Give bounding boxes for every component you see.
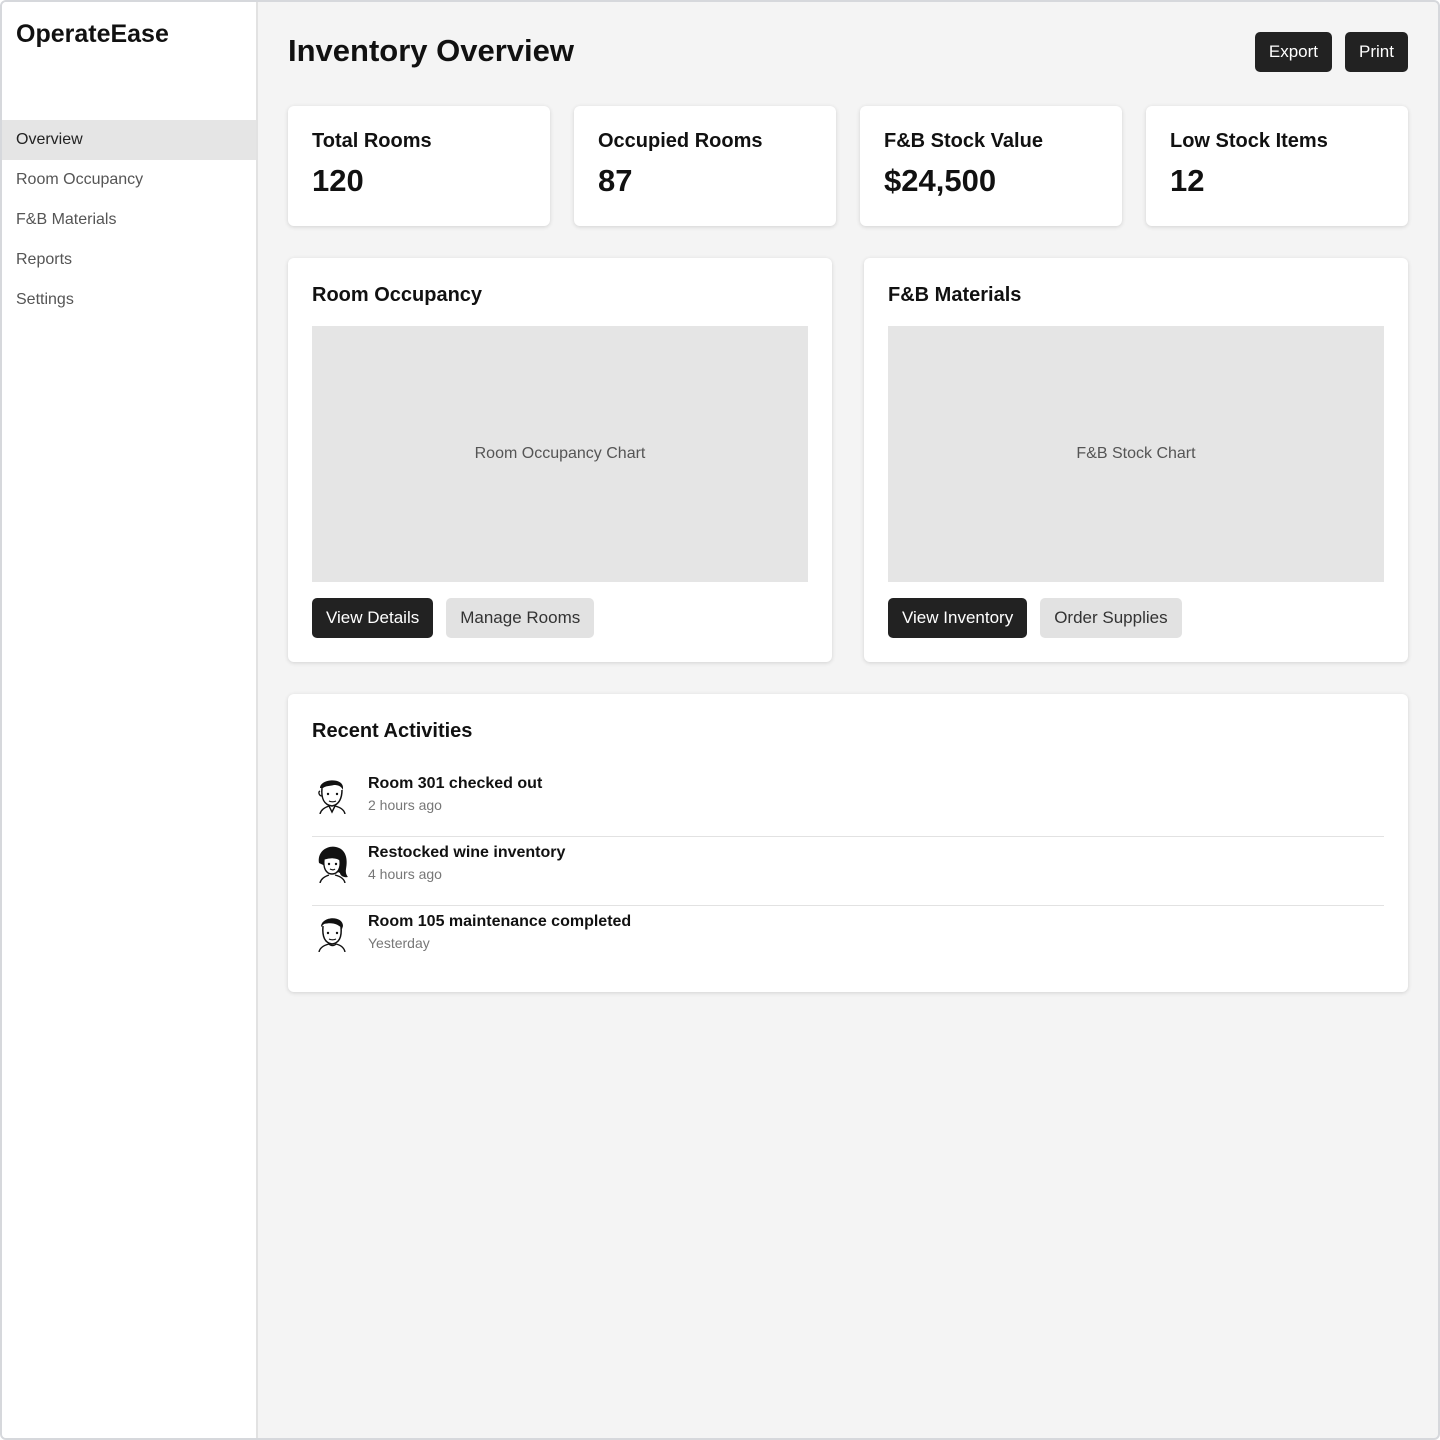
panel-title: Room Occupancy [312,284,483,306]
chart-placeholder-label: F&B Stock Chart [1076,445,1196,462]
activity-title: Restocked wine inventory [368,844,566,861]
sidebar-item-room-occupancy[interactable]: Room Occupancy [2,160,256,200]
manage-rooms-button[interactable]: Manage Rooms [446,598,595,638]
sidebar-nav: Overview Room Occupancy F&B Materials Re… [2,120,256,320]
chart-placeholder-label: Room Occupancy Chart [474,445,646,462]
stat-value: 120 [312,163,364,198]
print-button[interactable]: Print [1345,32,1408,72]
activity-timestamp: 2 hours ago [368,797,442,813]
activity-item: Room 105 maintenance completed Yesterday [312,906,1384,975]
woman-avatar-icon [318,846,348,883]
sidebar-item-settings[interactable]: Settings [2,280,256,320]
stat-label: Total Rooms [312,130,432,152]
stat-label: Occupied Rooms [598,130,763,152]
activity-text: Room 105 maintenance completed Yesterday [368,912,631,951]
panel-title: F&B Materials [888,284,1022,306]
stat-value: 12 [1170,163,1205,198]
activity-text: Restocked wine inventory 4 hours ago [368,843,565,882]
panel-actions: View Inventory Order Supplies [888,598,1384,638]
export-button[interactable]: Export [1254,32,1333,72]
activity-item: Room 301 checked out 2 hours ago [312,768,1384,837]
stat-card-fnb-stock-value: F&B Stock Value $24,500 [860,106,1122,226]
view-inventory-button[interactable]: View Inventory [888,598,1028,638]
stat-card-low-stock-items: Low Stock Items 12 [1146,106,1408,226]
sidebar-item-overview[interactable]: Overview [2,120,256,160]
man-avatar-icon [318,918,346,952]
stat-value: $24,500 [884,163,997,198]
panels-row: Room Occupancy Room Occupancy Chart View… [288,258,1408,662]
sidebar: OperateEase Overview Room Occupancy F&B … [2,2,258,1438]
panel-title: Recent Activities [312,720,473,742]
view-details-button[interactable]: View Details [312,598,434,638]
main-content: Inventory Overview Export Print Total Ro… [258,2,1438,1438]
activity-text: Room 301 checked out 2 hours ago [368,774,542,813]
sidebar-item-fnb-materials[interactable]: F&B Materials [2,200,256,240]
room-occupancy-panel: Room Occupancy Room Occupancy Chart View… [288,258,832,662]
stat-label: F&B Stock Value [884,130,1043,152]
stat-card-total-rooms: Total Rooms 120 [288,106,550,226]
app-logo: OperateEase [16,20,169,48]
app-window: OperateEase Overview Room Occupancy F&B … [0,0,1440,1440]
order-supplies-button[interactable]: Order Supplies [1040,598,1182,638]
stat-card-occupied-rooms: Occupied Rooms 87 [574,106,836,226]
panel-actions: View Details Manage Rooms [312,598,808,638]
header-actions: Export Print [1254,32,1408,72]
recent-activities-panel: Recent Activities Room 301 checked out 2… [288,694,1408,992]
stat-value: 87 [598,163,633,198]
activity-title: Room 301 checked out [368,775,543,792]
activity-timestamp: Yesterday [368,935,430,951]
fnb-stock-chart: F&B Stock Chart [888,326,1384,582]
page-header: Inventory Overview Export Print [288,2,1408,106]
activity-timestamp: 4 hours ago [368,866,442,882]
page-title: Inventory Overview [288,33,575,68]
sidebar-item-reports[interactable]: Reports [2,240,256,280]
stat-label: Low Stock Items [1170,130,1328,152]
fnb-materials-panel: F&B Materials F&B Stock Chart View Inven… [864,258,1408,662]
stats-row: Total Rooms 120 Occupied Rooms 87 F&B St… [288,106,1408,226]
man-avatar-icon [318,780,346,814]
activity-item: Restocked wine inventory 4 hours ago [312,837,1384,906]
room-occupancy-chart: Room Occupancy Chart [312,326,808,582]
activity-title: Room 105 maintenance completed [368,913,632,930]
